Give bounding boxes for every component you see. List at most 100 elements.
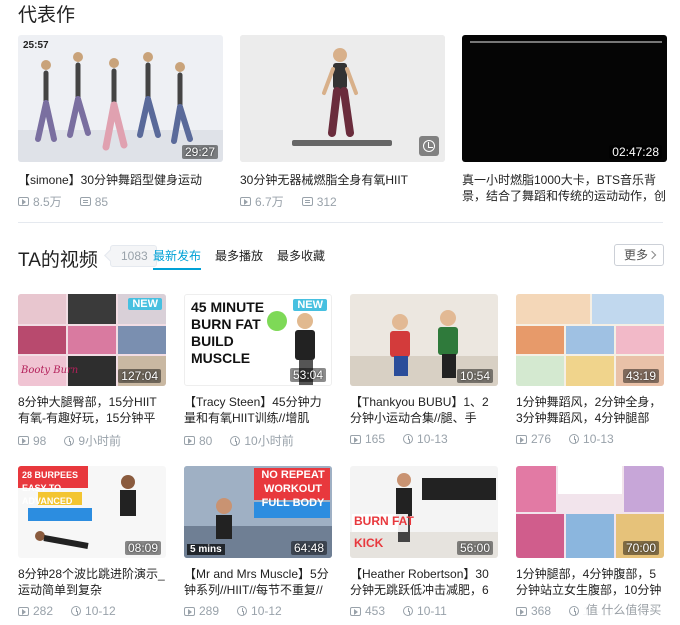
danmaku-count: 85 — [94, 194, 109, 209]
play-count: 6.7万 — [255, 195, 284, 209]
video-thumbnail[interactable]: 25:57 29:27 — [18, 35, 223, 162]
play-count-icon — [350, 606, 361, 616]
video-card[interactable]: NO REPEAT WORKOUT FULL BODY 5 mins 64:48… — [184, 466, 332, 618]
danmaku-icon — [79, 197, 91, 206]
play-count: 8.5万 — [33, 195, 62, 209]
upload-time: 9小时前 — [78, 434, 122, 448]
more-button[interactable]: 更多 — [614, 244, 664, 266]
thumb-caption: 45 MINUTE BURN FAT BUILD MUSCLE — [191, 299, 265, 366]
corner-label: 5 mins — [187, 544, 225, 555]
duration-label: 08:09 — [124, 541, 161, 555]
duration-label: 53:04 — [289, 368, 326, 382]
video-stats: 282 10-12 — [18, 604, 116, 618]
play-count-icon — [18, 436, 29, 445]
video-thumbnail[interactable]: 43:19 — [516, 294, 664, 386]
section-divider — [18, 222, 663, 223]
play-count-icon — [184, 436, 195, 445]
video-stats: 276 10-13 — [516, 432, 614, 446]
video-title[interactable]: 【Thankyou BUBU】1、2分钟小运动合集//腿、手臂、全 — [350, 394, 498, 426]
danmaku-count: 312 — [316, 194, 337, 209]
thumb-caption: 28 BURPEES EASY TO ADVANCED — [22, 470, 79, 506]
tab-latest[interactable]: 最新发布 — [153, 247, 202, 270]
thumb-caption: BURN FAT KICK — [354, 514, 414, 550]
video-title[interactable]: 1分钟舞蹈风，2分钟全身，3分钟舞蹈风，4分钟腿部X2, — [516, 394, 664, 426]
video-card[interactable]: Booty Burn NEW 127:04 8分钟大腿臀部，15分HIIT有氧-… — [18, 294, 166, 448]
new-badge: NEW — [128, 298, 162, 310]
clock-icon — [403, 434, 414, 444]
duration-label: 127:04 — [118, 369, 161, 383]
danmaku-icon — [301, 197, 313, 206]
video-thumbnail[interactable]: 10:54 — [350, 294, 498, 386]
duration-label: 02:47:28 — [609, 145, 662, 159]
video-stats: 80 10小时前 — [184, 432, 294, 449]
play-count-icon — [516, 434, 527, 444]
clock-icon — [64, 435, 75, 446]
clock-icon — [230, 435, 241, 446]
video-title[interactable]: 8分钟28个波比跳进阶演示_运动简单到复杂 — [18, 566, 166, 598]
thumb-caption: NO REPEAT WORKOUT FULL BODY — [261, 469, 325, 509]
play-count: 165 — [365, 432, 386, 446]
play-count-icon — [184, 606, 195, 616]
clock-icon — [569, 434, 580, 444]
video-card[interactable]: 28 BURPEES EASY TO ADVANCED 08:09 8分钟28个… — [18, 466, 166, 618]
video-card[interactable]: BURN FAT KICK 56:00 【Heather Robertson】3… — [350, 466, 498, 618]
upload-time: 10-13 — [417, 432, 448, 446]
video-title[interactable]: 1分钟腿部，4分钟腹部，5分钟站立女生腹部，10分钟臀部 — [516, 566, 664, 598]
video-thumbnail[interactable]: NO REPEAT WORKOUT FULL BODY 5 mins 64:48 — [184, 466, 332, 558]
video-card[interactable]: 43:19 1分钟舞蹈风，2分钟全身，3分钟舞蹈风，4分钟腿部X2, 276 1… — [516, 294, 664, 446]
rep-video-card[interactable]: 02:47:28 真一小时燃脂1000大卡，BTS音乐背景，结合了舞蹈和传统的运… — [462, 35, 667, 203]
video-stats: 289 10-12 — [184, 604, 282, 618]
video-title[interactable]: 【Mr and Mrs Muscle】5分钟系列//HIIT//每节不重复// — [184, 566, 332, 598]
play-count-icon — [350, 434, 361, 444]
rep-video-card[interactable]: 30分钟无器械燃脂全身有氧HIIT 6.7万 312 — [240, 35, 445, 209]
video-thumbnail[interactable]: 45 MINUTE BURN FAT BUILD MUSCLE NEW 53:0… — [184, 294, 332, 386]
video-title[interactable]: 8分钟大腿臀部，15分HIIT有氧-有趣好玩，15分钟平板支 — [18, 394, 166, 426]
play-count-icon — [240, 197, 251, 206]
dancers-illustration — [18, 52, 223, 162]
video-title[interactable]: 【simone】30分钟舞蹈型健身运动 — [18, 172, 223, 188]
video-thumbnail[interactable]: 28 BURPEES EASY TO ADVANCED 08:09 — [18, 466, 166, 558]
site-watermark: 值 什么值得买 — [584, 600, 664, 619]
video-stats: 453 10-11 — [350, 604, 447, 618]
upload-time: 10-13 — [583, 432, 614, 446]
video-stats: 98 9小时前 — [18, 432, 121, 449]
upload-time: 10-12 — [85, 604, 116, 618]
tab-most-played[interactable]: 最多播放 — [215, 247, 263, 270]
tab-most-favorited[interactable]: 最多收藏 — [277, 247, 325, 270]
sort-tabs: 最新发布 最多播放 最多收藏 — [153, 247, 339, 270]
more-button-label: 更多 — [624, 248, 649, 262]
video-title[interactable]: 真一小时燃脂1000大卡，BTS音乐背景，结合了舞蹈和传统的运动动作，创造出最 — [462, 172, 667, 204]
play-count: 276 — [531, 432, 552, 446]
trainer-illustration — [240, 35, 445, 162]
play-count-icon — [18, 606, 29, 616]
duration-label: 43:19 — [622, 369, 659, 383]
video-thumbnail[interactable] — [240, 35, 445, 162]
rep-video-card[interactable]: 25:57 29:27 【simone】30分钟舞蹈型健身运动 8.5万 85 — [18, 35, 223, 209]
play-count: 289 — [199, 604, 220, 618]
play-count: 368 — [531, 604, 552, 618]
duration-label: 64:48 — [290, 541, 327, 555]
video-count-badge: 1083 — [110, 245, 157, 267]
ta-videos-heading: TA的视频 — [18, 250, 98, 271]
video-thumbnail[interactable]: BURN FAT KICK 56:00 — [350, 466, 498, 558]
video-card[interactable]: 70:00 1分钟腿部，4分钟腹部，5分钟站立女生腹部，10分钟臀部 368 1… — [516, 466, 664, 618]
video-title[interactable]: 【Tracy Steen】45分钟力量和有氧HIIT训练//增肌 — [184, 394, 332, 426]
duration-label: 70:00 — [622, 541, 659, 555]
video-card[interactable]: 45 MINUTE BURN FAT BUILD MUSCLE NEW 53:0… — [184, 294, 332, 448]
video-card[interactable]: 10:54 【Thankyou BUBU】1、2分钟小运动合集//腿、手臂、全 … — [350, 294, 498, 446]
video-thumbnail[interactable]: Booty Burn NEW 127:04 — [18, 294, 166, 386]
thumb-caption: Booty Burn — [21, 365, 79, 376]
video-stats: 165 10-13 — [350, 432, 448, 446]
video-title[interactable]: 30分钟无器械燃脂全身有氧HIIT — [240, 172, 445, 188]
video-thumbnail[interactable]: 02:47:28 — [462, 35, 667, 162]
duration-label: 10:54 — [456, 369, 493, 383]
watch-later-icon[interactable] — [419, 136, 439, 156]
play-count: 453 — [365, 604, 386, 618]
video-thumbnail[interactable]: 70:00 — [516, 466, 664, 558]
clock-icon — [403, 606, 414, 616]
video-stats: 6.7万 312 — [240, 193, 337, 210]
play-count: 98 — [33, 433, 47, 448]
video-title[interactable]: 【Heather Robertson】30分钟无跳跃低冲击减肥，6分钟 — [350, 566, 498, 598]
duration-label: 56:00 — [456, 541, 493, 555]
clock-icon — [71, 606, 82, 616]
